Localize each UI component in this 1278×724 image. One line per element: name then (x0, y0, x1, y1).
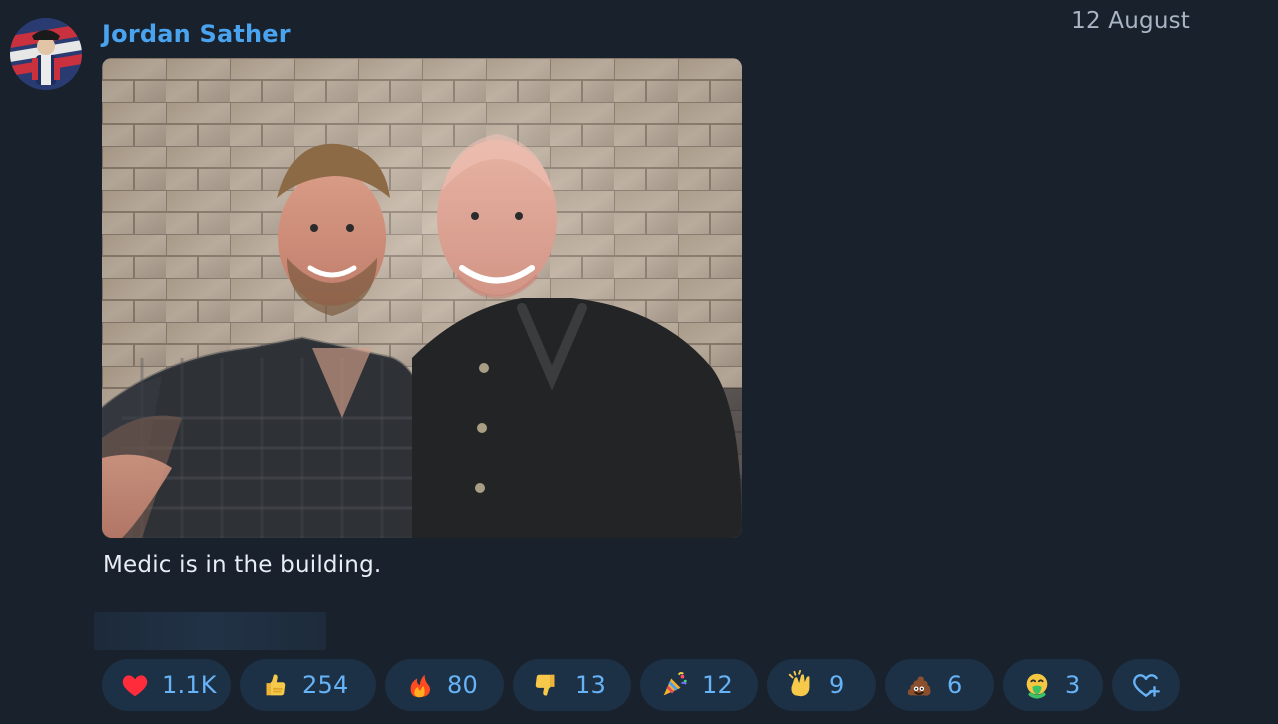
reaction-clapping-hands-button[interactable]: 9 (767, 659, 876, 711)
fire-icon (403, 669, 435, 701)
reaction-count: 9 (829, 671, 845, 699)
reaction-vomiting-face-button[interactable]: 3 (1003, 659, 1103, 711)
add-reaction-button[interactable] (1112, 659, 1180, 711)
thumbs-up-icon (258, 669, 290, 701)
reaction-count: 6 (947, 671, 963, 699)
reaction-count: 80 (447, 671, 478, 699)
reaction-count: 3 (1065, 671, 1081, 699)
author-name[interactable]: Jordan Sather (102, 20, 291, 48)
post-photo[interactable] (102, 58, 742, 538)
vomiting-face-icon (1021, 669, 1053, 701)
redacted-bar (94, 612, 326, 650)
reaction-pile-of-poo-button[interactable]: 6 (885, 659, 994, 711)
heart-plus-icon (1129, 668, 1163, 702)
reaction-count: 1.1K (162, 671, 217, 699)
avatar-image (10, 18, 82, 90)
heart-icon (120, 669, 150, 701)
thumbs-down-icon (531, 669, 563, 701)
reaction-fire-button[interactable]: 80 (385, 659, 504, 711)
selfie-photo-image (102, 58, 742, 538)
reaction-count: 13 (575, 671, 606, 699)
pile-of-poo-icon (903, 669, 935, 701)
party-popper-icon (658, 669, 690, 701)
author-avatar[interactable] (10, 18, 82, 90)
reaction-count: 254 (302, 671, 349, 699)
reaction-count: 12 (702, 671, 733, 699)
reaction-thumbs-up-button[interactable]: 254 (240, 659, 376, 711)
clapping-hands-icon (785, 669, 817, 701)
post-date: 12 August (1071, 8, 1190, 34)
post-caption: Medic is in the building. (103, 552, 382, 578)
reactions-bar: 1.1K 254 80 13 12 9 6 3 (102, 659, 1180, 711)
reaction-thumbs-down-button[interactable]: 13 (513, 659, 631, 711)
reaction-party-popper-button[interactable]: 12 (640, 659, 758, 711)
reaction-heart-button[interactable]: 1.1K (102, 659, 231, 711)
